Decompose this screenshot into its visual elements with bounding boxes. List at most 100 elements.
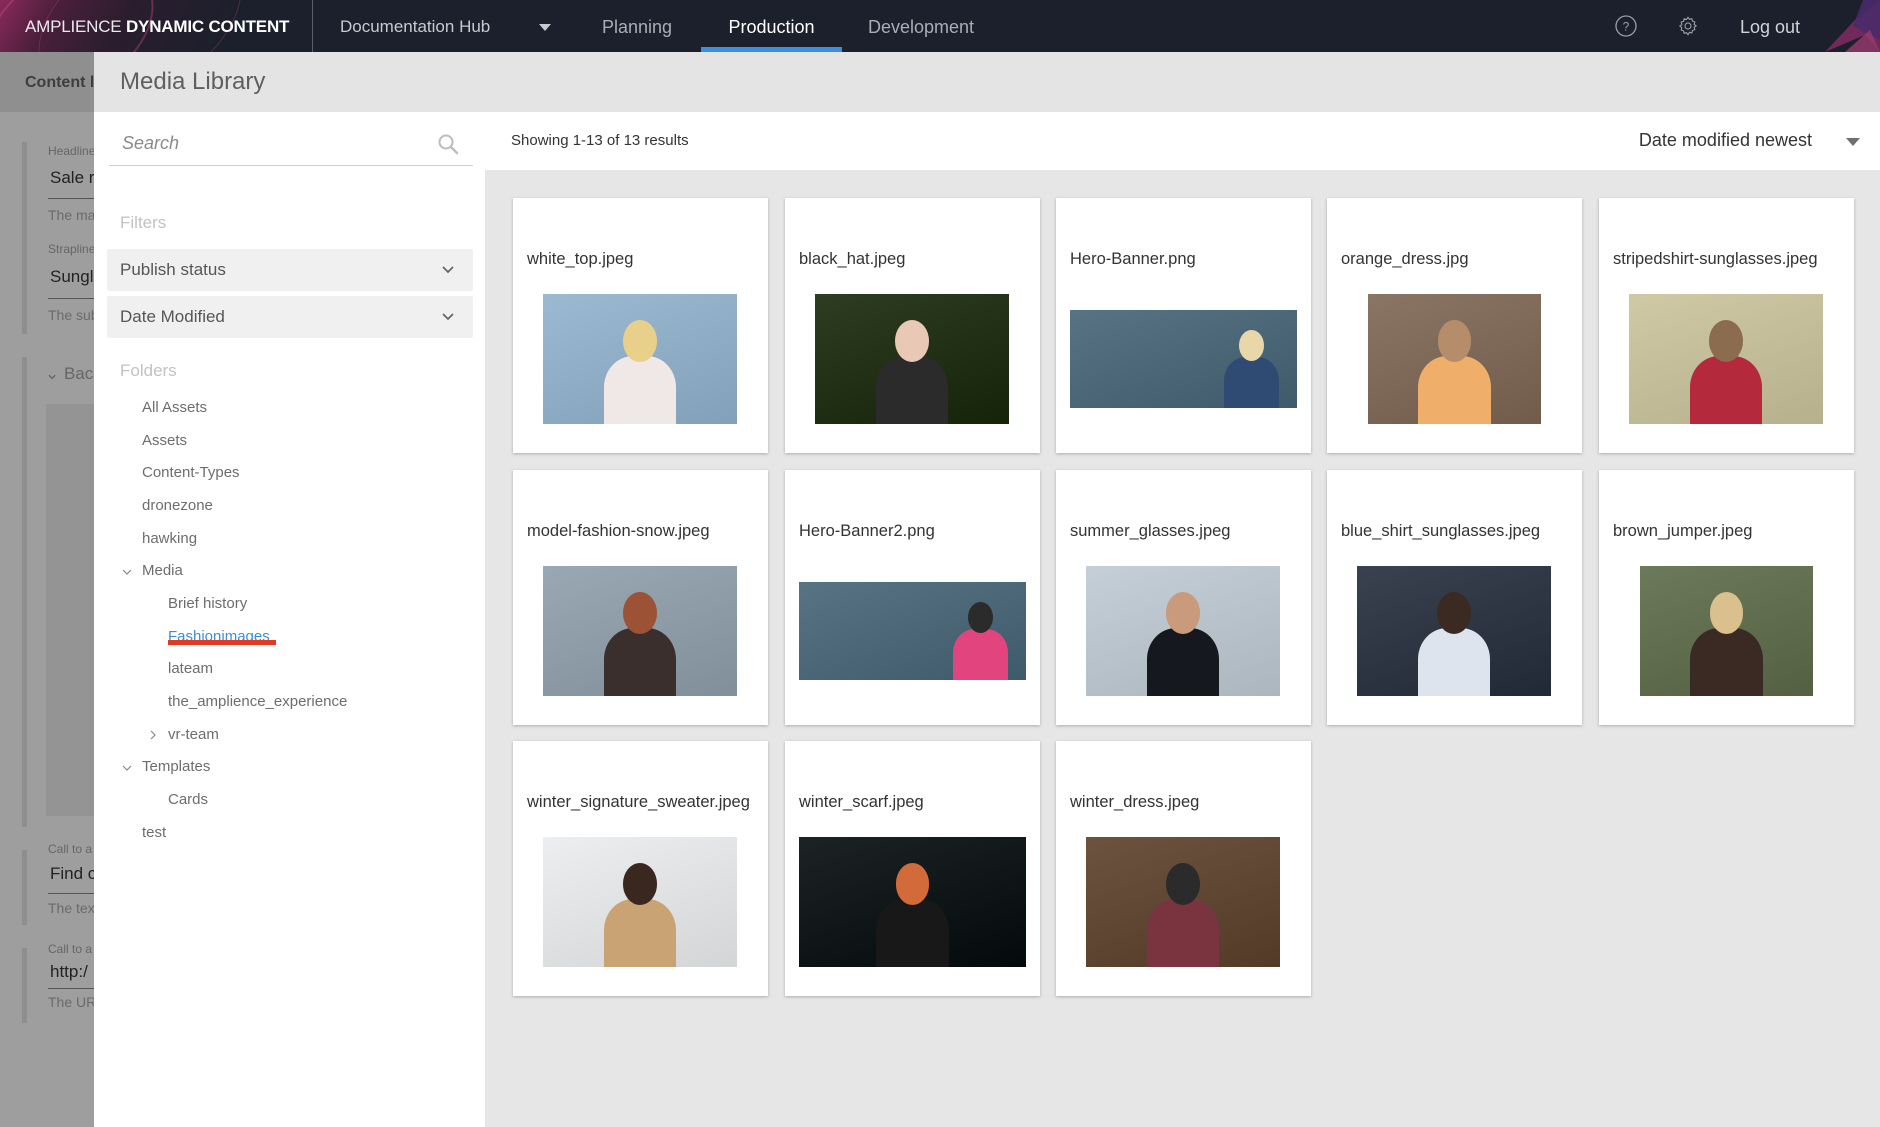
asset-card[interactable]: winter_dress.jpeg xyxy=(1056,741,1311,996)
thumbnail-figure-head xyxy=(1709,592,1744,634)
bg-field-value: Sale r xyxy=(50,168,94,187)
filter-publish-status[interactable]: Publish status xyxy=(107,249,473,291)
help-circle-icon[interactable]: ? xyxy=(1615,15,1637,37)
asset-card[interactable]: summer_glasses.jpeg xyxy=(1056,470,1311,725)
asset-card[interactable]: white_top.jpeg xyxy=(513,198,768,453)
asset-card[interactable]: winter_signature_sweater.jpeg xyxy=(513,741,768,996)
bg-field-label: Call to a xyxy=(48,842,93,856)
brand-name: AMPLIENCE DYNAMIC CONTENT xyxy=(25,17,289,37)
thumbnail-figure xyxy=(603,899,677,967)
folder-cards[interactable]: Cards xyxy=(168,791,208,808)
asset-card[interactable]: Hero-Banner2.png xyxy=(785,470,1040,725)
folder-the-amplience-experience[interactable]: the_amplience_experience xyxy=(168,693,347,710)
asset-filename: black_hat.jpeg xyxy=(799,250,906,268)
asset-card[interactable]: Hero-Banner.png xyxy=(1056,198,1311,453)
bg-field-help: The sub xyxy=(48,307,94,323)
collapse-toggle-icon[interactable] xyxy=(148,730,158,740)
background-breadcrumb: Content l xyxy=(25,74,94,91)
thumbnail-figure xyxy=(1689,356,1763,424)
asset-card[interactable]: winter_scarf.jpeg xyxy=(785,741,1040,996)
folders-heading: Folders xyxy=(120,361,177,380)
bg-section-heading: ⌄ Bac xyxy=(45,364,94,383)
asset-card[interactable]: brown_jumper.jpeg xyxy=(1599,470,1854,725)
results-count: Showing 1-13 of 13 results xyxy=(511,132,689,149)
thumbnail-figure xyxy=(953,629,1009,680)
filters-heading: Filters xyxy=(120,213,167,232)
background-page: Content l Headline Sale r The ma Strapli… xyxy=(0,52,94,1127)
sort-caret-icon[interactable] xyxy=(1846,138,1860,146)
thumbnail-figure xyxy=(1146,628,1220,696)
corner-decoration-icon xyxy=(1825,0,1880,52)
hub-selector[interactable]: Documentation Hub xyxy=(340,17,490,37)
logout-button[interactable]: Log out xyxy=(1740,17,1800,38)
asset-thumbnail xyxy=(543,294,737,424)
asset-card[interactable]: stripedshirt-sunglasses.jpeg xyxy=(1599,198,1854,453)
bg-content-box xyxy=(46,404,94,816)
field-rail xyxy=(22,948,27,1023)
folder-media[interactable]: Media xyxy=(142,562,183,579)
thumbnail-figure-head xyxy=(1709,320,1743,362)
asset-filename: Hero-Banner.png xyxy=(1070,250,1196,268)
asset-thumbnail xyxy=(1629,294,1823,424)
folder-vr-team[interactable]: vr-team xyxy=(168,726,219,743)
hub-dropdown-caret-icon[interactable] xyxy=(539,24,551,31)
thumbnail-figure-head xyxy=(895,863,930,905)
thumbnail-figure xyxy=(1417,628,1491,696)
gear-icon[interactable] xyxy=(1677,15,1699,37)
thumbnail-figure xyxy=(875,356,949,424)
thumbnail-figure-head xyxy=(623,863,657,905)
folder-brief-history[interactable]: Brief history xyxy=(168,595,247,612)
thumbnail-figure-head xyxy=(623,320,657,362)
folder-dronezone[interactable]: dronezone xyxy=(142,497,213,514)
asset-filename: blue_shirt_sunglasses.jpeg xyxy=(1341,522,1541,540)
brand-logo[interactable]: AMPLIENCE DYNAMIC CONTENT xyxy=(0,0,312,52)
asset-thumbnail xyxy=(799,582,1026,680)
asset-thumbnail xyxy=(1368,294,1541,424)
thumbnail-figure-head xyxy=(1166,592,1200,634)
folder-hawking[interactable]: hawking xyxy=(142,530,197,547)
thumbnail-figure xyxy=(1418,356,1491,424)
search-icon[interactable] xyxy=(437,133,459,155)
folder-content-types[interactable]: Content-Types xyxy=(142,464,240,481)
folder-templates[interactable]: Templates xyxy=(142,758,210,775)
tab-production[interactable]: Production xyxy=(701,0,842,52)
thumbnail-figure-head xyxy=(623,592,657,634)
modal-title: Media Library xyxy=(120,68,266,95)
brand-name-bold: DYNAMIC CONTENT xyxy=(125,17,290,36)
tab-development[interactable]: Development xyxy=(854,0,988,52)
folder-test[interactable]: test xyxy=(142,824,166,841)
thumbnail-figure xyxy=(1146,899,1220,967)
expand-toggle-icon[interactable] xyxy=(122,567,132,577)
asset-filename: model-fashion-snow.jpeg xyxy=(527,522,710,540)
field-rail xyxy=(22,357,27,827)
tab-planning[interactable]: Planning xyxy=(586,0,688,52)
folder-lateam[interactable]: lateam xyxy=(168,660,213,677)
thumbnail-figure-head xyxy=(1238,329,1265,361)
folder-all-assets[interactable]: All Assets xyxy=(142,399,207,416)
asset-filename: stripedshirt-sunglasses.jpeg xyxy=(1613,250,1818,268)
asset-filename: summer_glasses.jpeg xyxy=(1070,522,1231,540)
bg-field-underline xyxy=(48,198,94,199)
sort-dropdown[interactable]: Date modified newest xyxy=(1639,130,1812,151)
asset-filename: orange_dress.jpg xyxy=(1341,250,1469,268)
bg-field-underline xyxy=(48,893,94,894)
field-rail xyxy=(22,254,27,334)
filter-date-modified[interactable]: Date Modified xyxy=(107,296,473,338)
bg-field-label: Headline xyxy=(48,144,94,158)
filter-label: Date Modified xyxy=(120,307,225,326)
asset-browser: Showing 1-13 of 13 results Date modified… xyxy=(485,112,1880,1127)
thumbnail-figure-head xyxy=(895,320,929,362)
asset-card[interactable]: orange_dress.jpg xyxy=(1327,198,1582,453)
asset-card[interactable]: model-fashion-snow.jpeg xyxy=(513,470,768,725)
bg-field-value: Sungl xyxy=(50,267,94,286)
thumbnail-figure xyxy=(1690,628,1763,696)
folder-assets[interactable]: Assets xyxy=(142,432,187,449)
thumbnail-figure-head xyxy=(1437,592,1471,634)
top-navigation-bar: AMPLIENCE DYNAMIC CONTENT Documentation … xyxy=(0,0,1880,52)
expand-toggle-icon[interactable] xyxy=(122,763,132,773)
asset-card[interactable]: black_hat.jpeg xyxy=(785,198,1040,453)
asset-card[interactable]: blue_shirt_sunglasses.jpeg xyxy=(1327,470,1582,725)
search-input[interactable] xyxy=(109,122,429,165)
bg-field-label: Strapline xyxy=(48,242,94,256)
asset-thumbnail xyxy=(1640,566,1813,696)
